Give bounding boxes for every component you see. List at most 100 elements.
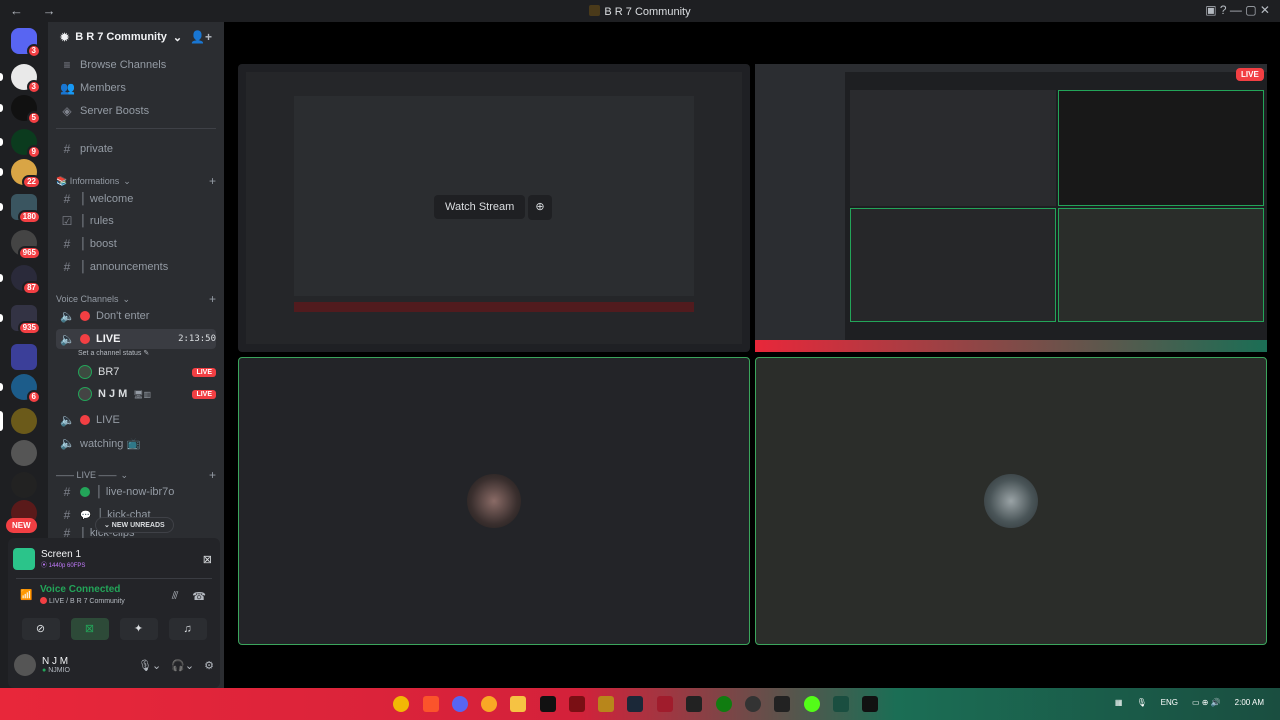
stop-stream-icon[interactable]: ⊠: [203, 553, 212, 566]
app-icon[interactable]: [833, 696, 849, 712]
hash-icon: #: [63, 260, 71, 274]
channel-rules[interactable]: ☑ │ rules: [56, 211, 216, 231]
noise-suppression-icon[interactable]: ⫻: [172, 590, 179, 603]
network-icon[interactable]: ▭ ⊕ 🔊: [1192, 698, 1221, 707]
voice-live-active[interactable]: 🔈 LIVE 2:13:50: [56, 329, 216, 349]
folder-icon[interactable]: [11, 344, 37, 370]
discord-home-icon[interactable]: 3: [11, 28, 41, 58]
window-controls[interactable]: ▣ ? — ▢ ✕: [1205, 3, 1270, 17]
channel-status[interactable]: Set a channel status ✎: [78, 349, 149, 357]
channel-live-now[interactable]: # │ live-now-ibr7o: [56, 482, 216, 502]
soundboard-icon[interactable]: ♫: [168, 618, 207, 640]
guild-icon[interactable]: 3: [0, 64, 41, 94]
voice-dont-enter[interactable]: 🔈 Don't enter: [56, 306, 216, 326]
guild-icon[interactable]: 22: [0, 159, 41, 189]
app-icon[interactable]: [862, 696, 878, 712]
guild-icon[interactable]: [11, 440, 37, 466]
voice-tile-njm[interactable]: [755, 357, 1267, 645]
rules-icon: ☑: [61, 214, 73, 228]
user-avatar[interactable]: [14, 654, 36, 676]
voice-live-2[interactable]: 🔈 LIVE: [56, 410, 216, 430]
app-icon[interactable]: [774, 696, 790, 712]
settings-gear-icon[interactable]: ⚙: [204, 659, 214, 672]
screen-icon: [13, 548, 35, 570]
guild-icon[interactable]: [11, 472, 37, 498]
signal-icon: 📶: [20, 590, 33, 601]
channel-label: LIVE: [96, 414, 120, 426]
guild-icon[interactable]: [0, 408, 37, 434]
watch-stream-button[interactable]: Watch Stream: [434, 195, 526, 219]
add-channel-icon[interactable]: +: [209, 468, 216, 482]
guild-icon[interactable]: 87: [0, 265, 41, 295]
kick-icon[interactable]: [804, 696, 820, 712]
file-explorer-icon[interactable]: [510, 696, 526, 712]
user-tag-text: NJMIO: [48, 667, 70, 674]
mic-icon[interactable]: 🎙: [1136, 698, 1146, 707]
voice-tile-br7[interactable]: [238, 357, 750, 645]
guild-icon[interactable]: 6: [0, 374, 41, 404]
chrome-icon[interactable]: [393, 696, 409, 712]
screen-title: Screen 1: [41, 549, 82, 560]
activities-icon[interactable]: ✦: [119, 618, 158, 640]
new-pill[interactable]: NEW: [6, 518, 37, 533]
app-icon[interactable]: [598, 696, 614, 712]
os-taskbar: ▦ 🎙 ENG ▭ ⊕ 🔊 2:00 AM: [0, 688, 1280, 720]
add-channel-icon[interactable]: +: [209, 292, 216, 306]
brave-icon[interactable]: [423, 696, 439, 712]
add-channel-icon[interactable]: +: [209, 174, 216, 188]
app-icon[interactable]: [745, 696, 761, 712]
new-unreads-pill[interactable]: ⌄ NEW UNREADS: [95, 517, 174, 533]
app-icon[interactable]: [540, 696, 556, 712]
clock[interactable]: 2:00 AM: [1235, 698, 1264, 707]
channel-welcome[interactable]: # │ welcome: [56, 189, 216, 209]
status-dot: [40, 597, 47, 604]
category-voice[interactable]: Voice Channels ⌄ +: [56, 292, 216, 306]
zoom-icon[interactable]: ⊕: [528, 195, 552, 220]
channel-private[interactable]: # private: [56, 139, 216, 159]
screen-quality: ⦿ 1440p 60FPS: [41, 563, 86, 569]
server-header[interactable]: ✹ B R 7 Community ⌄ 👤+: [48, 22, 224, 52]
stream-tile-live[interactable]: [755, 64, 1267, 352]
server-boosts[interactable]: ◈ Server Boosts: [56, 101, 216, 121]
guild-icon[interactable]: 9: [0, 129, 41, 159]
voice-member[interactable]: N J M 🖥▥ LIVE: [74, 384, 216, 404]
app-icon[interactable]: [569, 696, 585, 712]
headphones-icon[interactable]: 🎧⌄: [171, 659, 194, 672]
tray-overflow-icon[interactable]: ▦: [1115, 698, 1123, 707]
category-live[interactable]: —— LIVE —— ⌄ +: [56, 468, 216, 482]
language-indicator[interactable]: ENG: [1161, 698, 1178, 707]
discord-icon[interactable]: [452, 696, 468, 712]
live-badge: LIVE: [192, 367, 216, 377]
status-dot: [80, 487, 90, 497]
guild-icon[interactable]: 5: [0, 95, 41, 125]
divider: [16, 578, 212, 579]
list-icon: ≡: [63, 58, 71, 72]
disconnect-icon[interactable]: ☎: [192, 590, 206, 603]
app-icon[interactable]: [657, 696, 673, 712]
voice-actions: ⊘ ⊠ ✦ ♫: [16, 618, 212, 640]
chevron-down-icon: ⌄: [120, 469, 129, 480]
app-icon[interactable]: [481, 696, 497, 712]
members[interactable]: 👥 Members: [56, 78, 216, 98]
category-informations[interactable]: 📚 Informations ⌄ +: [56, 174, 216, 188]
channel-boost[interactable]: # │ boost: [56, 234, 216, 254]
system-tray: ▦ 🎙 ENG ▭ ⊕ 🔊 2:00 AM: [1115, 698, 1264, 707]
voice-watching[interactable]: 🔈 watching 📺: [56, 433, 216, 453]
speaker-icon: 🔈: [60, 413, 75, 427]
status-dot: [80, 334, 90, 344]
screen-share-button[interactable]: ⊠: [70, 618, 109, 640]
guild-folder-icon[interactable]: 935: [0, 305, 41, 335]
steam-icon[interactable]: [627, 696, 643, 712]
guild-folder-icon[interactable]: 180: [0, 194, 41, 224]
channel-announcements[interactable]: # │ announcements: [56, 257, 216, 277]
voice-member[interactable]: BR7 LIVE: [74, 362, 216, 382]
mic-icon[interactable]: 🎙⌄: [138, 659, 161, 672]
browse-channels[interactable]: ≡ Browse Channels: [56, 55, 216, 75]
epic-games-icon[interactable]: [686, 696, 702, 712]
guild-icon[interactable]: 965: [11, 230, 41, 260]
invite-icon[interactable]: 👤+: [190, 30, 212, 44]
camera-off-icon[interactable]: ⊘: [21, 618, 60, 640]
channel-label: private: [80, 143, 114, 155]
chevron-down-icon: ⌄: [123, 175, 131, 186]
xbox-icon[interactable]: [716, 696, 732, 712]
